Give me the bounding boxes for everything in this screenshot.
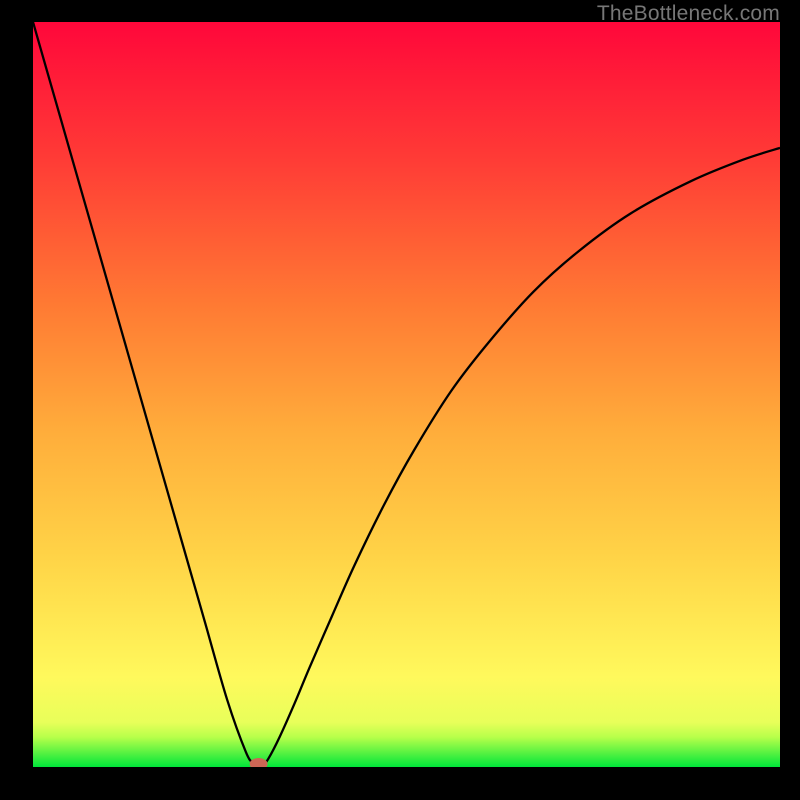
frame-right bbox=[780, 0, 800, 800]
minimum-marker bbox=[250, 758, 268, 767]
plot-area bbox=[33, 22, 780, 767]
frame-left bbox=[0, 0, 33, 800]
bottleneck-curve-line bbox=[33, 22, 780, 767]
chart-curve bbox=[33, 22, 780, 767]
frame-bottom bbox=[0, 767, 800, 800]
